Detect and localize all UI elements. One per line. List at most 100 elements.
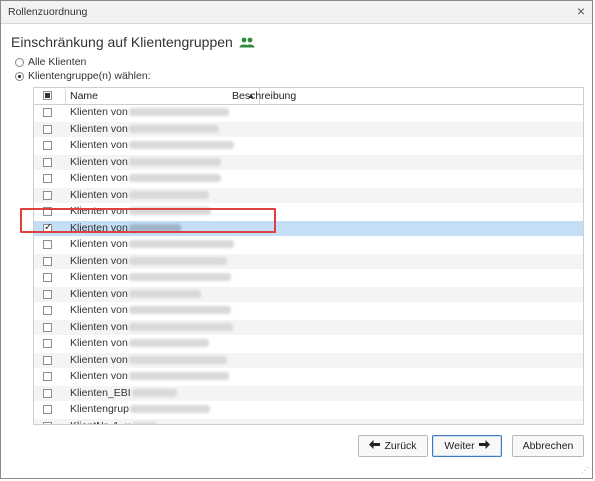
- row-checkbox[interactable]: [43, 306, 52, 315]
- table-row[interactable]: Klienten von: [34, 154, 583, 171]
- window-title: Rollenzuordnung: [8, 6, 88, 18]
- radio-button-selected[interactable]: [15, 71, 24, 81]
- next-button-label: Weiter: [444, 440, 475, 452]
- row-checkbox[interactable]: [43, 388, 52, 398]
- redacted-text: [128, 124, 219, 133]
- redacted-text: [128, 339, 209, 348]
- row-name-cell: Klienten von: [70, 354, 227, 366]
- row-checkbox[interactable]: [43, 141, 52, 150]
- row-name-text: Klienten von: [70, 287, 128, 300]
- redacted-text: [128, 240, 234, 249]
- table-row[interactable]: Klienten von: [34, 187, 583, 204]
- table-row[interactable]: Klienten von: [34, 319, 583, 336]
- redacted-text: [128, 174, 221, 183]
- users-icon: [239, 37, 255, 48]
- row-checkbox[interactable]: [43, 372, 52, 381]
- row-name-text: Klienten von: [70, 139, 128, 151]
- row-name-cell: Klienten von: [70, 255, 227, 267]
- row-checkbox[interactable]: [43, 273, 52, 282]
- row-checkbox[interactable]: [43, 256, 52, 266]
- column-header-description[interactable]: Beschreibung: [232, 90, 296, 102]
- row-checkbox[interactable]: [43, 174, 52, 183]
- table-row[interactable]: Klienten von: [34, 253, 583, 270]
- header-select-all[interactable]: [34, 88, 66, 104]
- table-row[interactable]: Klienten_EBI: [34, 385, 583, 402]
- radio-all-clients[interactable]: Alle Klienten: [15, 56, 86, 68]
- table-row[interactable]: Klienten von: [34, 336, 583, 353]
- row-name-text: Klienten von: [70, 155, 128, 168]
- row-name-cell: Klienten von: [70, 139, 234, 151]
- row-checkbox[interactable]: [43, 322, 52, 332]
- row-checkbox[interactable]: [43, 289, 52, 299]
- cancel-button-label: Abbrechen: [522, 440, 574, 452]
- row-name-cell: Klienten von: [70, 271, 231, 283]
- table-row[interactable]: Klienten von: [34, 171, 583, 188]
- back-button-label: Zurück: [384, 440, 417, 452]
- row-name-text: Klienten von: [70, 320, 128, 333]
- table-row[interactable]: Klienten von: [34, 270, 583, 287]
- row-name-cell: Klienten von: [70, 123, 219, 135]
- row-checkbox[interactable]: [43, 240, 52, 249]
- row-checkbox[interactable]: [43, 108, 52, 117]
- row-checkbox[interactable]: [43, 405, 52, 414]
- row-checkbox[interactable]: [43, 157, 52, 167]
- row-checkbox[interactable]: [43, 339, 52, 348]
- redacted-text: [128, 157, 221, 166]
- row-name-text: Klienten von: [70, 238, 128, 250]
- table-row[interactable]: Klienten von: [34, 138, 583, 155]
- back-button[interactable]: Zurück: [358, 435, 428, 457]
- redacted-text: [128, 108, 229, 117]
- table-row[interactable]: Klienten von: [34, 286, 583, 303]
- column-header-name[interactable]: Name ▲: [66, 88, 260, 104]
- redacted-text: [128, 190, 209, 199]
- resize-grip-icon[interactable]: ⋰: [581, 466, 589, 475]
- table-row[interactable]: Klienten von: [34, 105, 583, 122]
- row-name-text: Klienten von: [70, 106, 128, 118]
- row-name-text: Klienten von: [70, 271, 128, 283]
- redacted-text: [128, 322, 233, 331]
- radio-all-clients-label: Alle Klienten: [28, 56, 87, 68]
- row-checkbox[interactable]: [43, 421, 52, 424]
- row-name-cell: Klientengrup: [70, 403, 210, 415]
- row-checkbox[interactable]: [43, 124, 52, 134]
- row-name-text: Klienten von: [70, 188, 128, 201]
- heading-text: Einschränkung auf Klientengruppen: [11, 34, 233, 50]
- row-name-cell: Klienten von: [70, 337, 209, 349]
- table-row[interactable]: Klientengrup: [34, 402, 583, 419]
- radio-select-groups-label: Klientengruppe(n) wählen:: [28, 70, 151, 82]
- table-row[interactable]: KlientNr_1_u: [34, 418, 583, 424]
- row-name-text: Klienten von: [70, 254, 128, 267]
- radio-select-groups[interactable]: Klientengruppe(n) wählen:: [15, 70, 151, 82]
- table-row[interactable]: Klienten von: [34, 303, 583, 320]
- row-name-text: Klienten von: [70, 370, 128, 382]
- annotation-highlight-box: [20, 208, 276, 233]
- table-row[interactable]: Klienten von: [34, 237, 583, 254]
- redacted-text: [128, 306, 231, 315]
- redacted-text: [128, 289, 201, 298]
- row-name-cell: Klienten von: [70, 189, 209, 201]
- table-row[interactable]: Klienten von: [34, 352, 583, 369]
- row-name-cell: Klienten von: [70, 321, 233, 333]
- grid-rows: Klienten von Klienten von Klienten von Klie…: [34, 105, 583, 424]
- row-name-text: Klienten von: [70, 353, 128, 366]
- close-icon[interactable]: ×: [577, 3, 585, 19]
- row-name-text: Klienten von: [70, 122, 128, 135]
- radio-button[interactable]: [15, 57, 24, 67]
- row-checkbox[interactable]: [43, 355, 52, 365]
- row-name-cell: Klienten von: [70, 238, 234, 250]
- row-name-cell: Klienten von: [70, 106, 229, 118]
- client-groups-grid: Name ▲ Beschreibung Klienten von Klienten…: [33, 87, 584, 425]
- title-bar: Rollenzuordnung ×: [1, 1, 592, 24]
- redacted-text: [128, 141, 234, 150]
- table-row[interactable]: Klienten von: [34, 369, 583, 386]
- next-button[interactable]: Weiter: [432, 435, 502, 457]
- cancel-button[interactable]: Abbrechen: [512, 435, 584, 457]
- redacted-text: [128, 355, 227, 364]
- row-name-cell: Klienten von: [70, 156, 221, 168]
- row-name-text: Klientengrup: [70, 403, 129, 415]
- arrow-left-icon: [369, 440, 381, 452]
- select-all-checkbox[interactable]: [43, 91, 52, 100]
- table-row[interactable]: Klienten von: [34, 121, 583, 138]
- row-checkbox[interactable]: [43, 190, 52, 200]
- row-name-cell: Klienten von: [70, 172, 221, 184]
